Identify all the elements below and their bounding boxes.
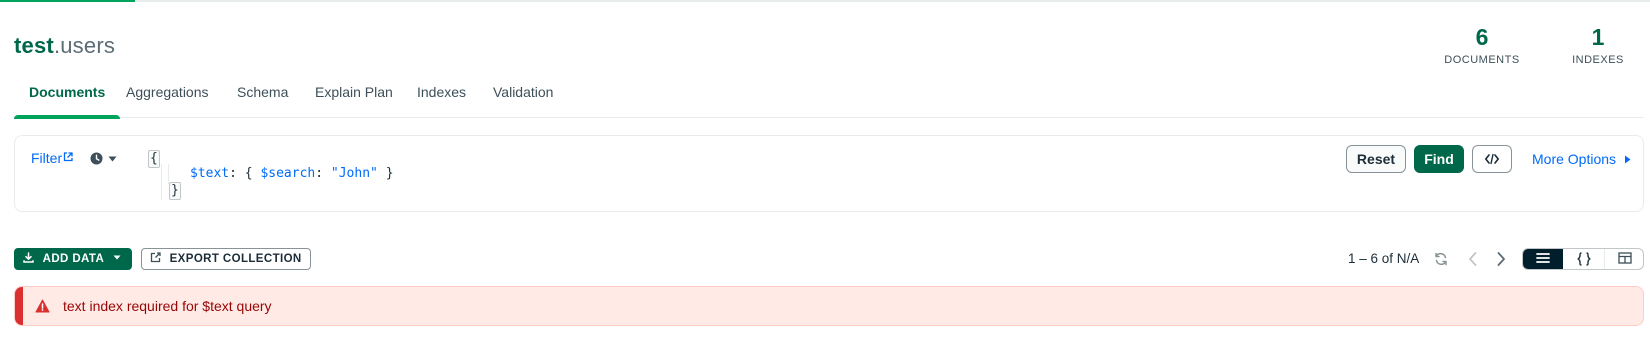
find-button[interactable]: Find bbox=[1414, 145, 1464, 173]
export-collection-label: EXPORT COLLECTION bbox=[169, 253, 302, 265]
tab-validation[interactable]: Validation bbox=[478, 80, 568, 118]
search-operator: $search bbox=[260, 166, 316, 181]
collection-name: users bbox=[60, 33, 116, 58]
view-switcher bbox=[1522, 248, 1644, 270]
tab-indexes[interactable]: Indexes bbox=[402, 80, 481, 118]
caret-down-icon bbox=[107, 253, 121, 265]
chevron-left-icon bbox=[1468, 252, 1478, 271]
add-data-button[interactable]: ADD DATA bbox=[14, 248, 132, 270]
loading-progress-fill bbox=[0, 0, 136, 2]
refresh-icon bbox=[1434, 252, 1448, 270]
error-message: text index required for $text query bbox=[63, 298, 272, 314]
more-options-button[interactable]: More Options bbox=[1532, 151, 1631, 167]
indexes-stat: 1 INDEXES bbox=[1568, 24, 1628, 66]
database-name: test bbox=[14, 33, 54, 58]
export-collection-button[interactable]: EXPORT COLLECTION bbox=[141, 248, 311, 270]
previous-page-button[interactable] bbox=[1468, 251, 1478, 272]
export-to-language-button[interactable] bbox=[1472, 145, 1512, 173]
more-options-label: More Options bbox=[1532, 151, 1617, 167]
filter-editor[interactable]: { $text: { $search: "John" } } bbox=[148, 150, 394, 200]
reset-button[interactable]: Reset bbox=[1346, 145, 1406, 173]
chevron-right-icon bbox=[1496, 252, 1506, 271]
filter-label: Filter bbox=[31, 150, 63, 166]
query-inner-colon: : bbox=[315, 166, 331, 181]
tab-aggregations[interactable]: Aggregations bbox=[111, 80, 224, 118]
loading-progress-bar bbox=[0, 0, 1650, 2]
warning-icon bbox=[35, 299, 50, 318]
next-page-button[interactable] bbox=[1496, 251, 1506, 272]
tab-documents[interactable]: Documents bbox=[14, 80, 121, 119]
close-brace: } bbox=[169, 182, 181, 200]
query-colon: : { bbox=[229, 166, 261, 181]
error-banner: text index required for $text query bbox=[14, 286, 1644, 326]
filter-link[interactable]: Filter bbox=[31, 150, 73, 166]
documents-label: DOCUMENTS bbox=[1444, 54, 1520, 66]
caret-right-icon bbox=[1620, 151, 1631, 167]
documents-count: 6 bbox=[1475, 24, 1489, 50]
pagination-summary: 1 – 6 of N/A bbox=[1348, 251, 1420, 266]
code-brackets-icon bbox=[1485, 152, 1499, 168]
tab-explain-plan[interactable]: Explain Plan bbox=[300, 80, 408, 118]
table-view-button[interactable] bbox=[1604, 249, 1643, 269]
json-view-button[interactable] bbox=[1564, 249, 1604, 269]
download-icon bbox=[23, 252, 34, 265]
query-bar: Filter { $text: { $search: "John" } } Re… bbox=[14, 135, 1644, 212]
search-value: "John" bbox=[330, 166, 378, 181]
refresh-button[interactable] bbox=[1434, 252, 1448, 271]
external-link-icon bbox=[63, 149, 73, 162]
tab-schema[interactable]: Schema bbox=[222, 80, 303, 118]
add-data-label: ADD DATA bbox=[42, 253, 104, 265]
export-icon bbox=[150, 252, 161, 265]
table-icon bbox=[1617, 251, 1632, 268]
query-inner-close: } bbox=[377, 166, 394, 181]
indexes-count: 1 bbox=[1591, 24, 1605, 50]
error-banner-accent bbox=[15, 287, 23, 325]
collection-tabs: Documents Aggregations Schema Explain Pl… bbox=[14, 80, 1644, 119]
curly-braces-icon bbox=[1577, 252, 1591, 269]
list-view-button[interactable] bbox=[1523, 249, 1563, 269]
text-operator: $text bbox=[190, 166, 230, 181]
documents-stat: 6 DOCUMENTS bbox=[1442, 24, 1522, 66]
query-history-button[interactable] bbox=[90, 151, 120, 167]
namespace-title: test.users bbox=[14, 33, 115, 59]
filter-query-line: $text: { $search: "John" } bbox=[148, 164, 394, 200]
list-icon bbox=[1536, 251, 1550, 268]
indexes-label: INDEXES bbox=[1572, 54, 1624, 66]
